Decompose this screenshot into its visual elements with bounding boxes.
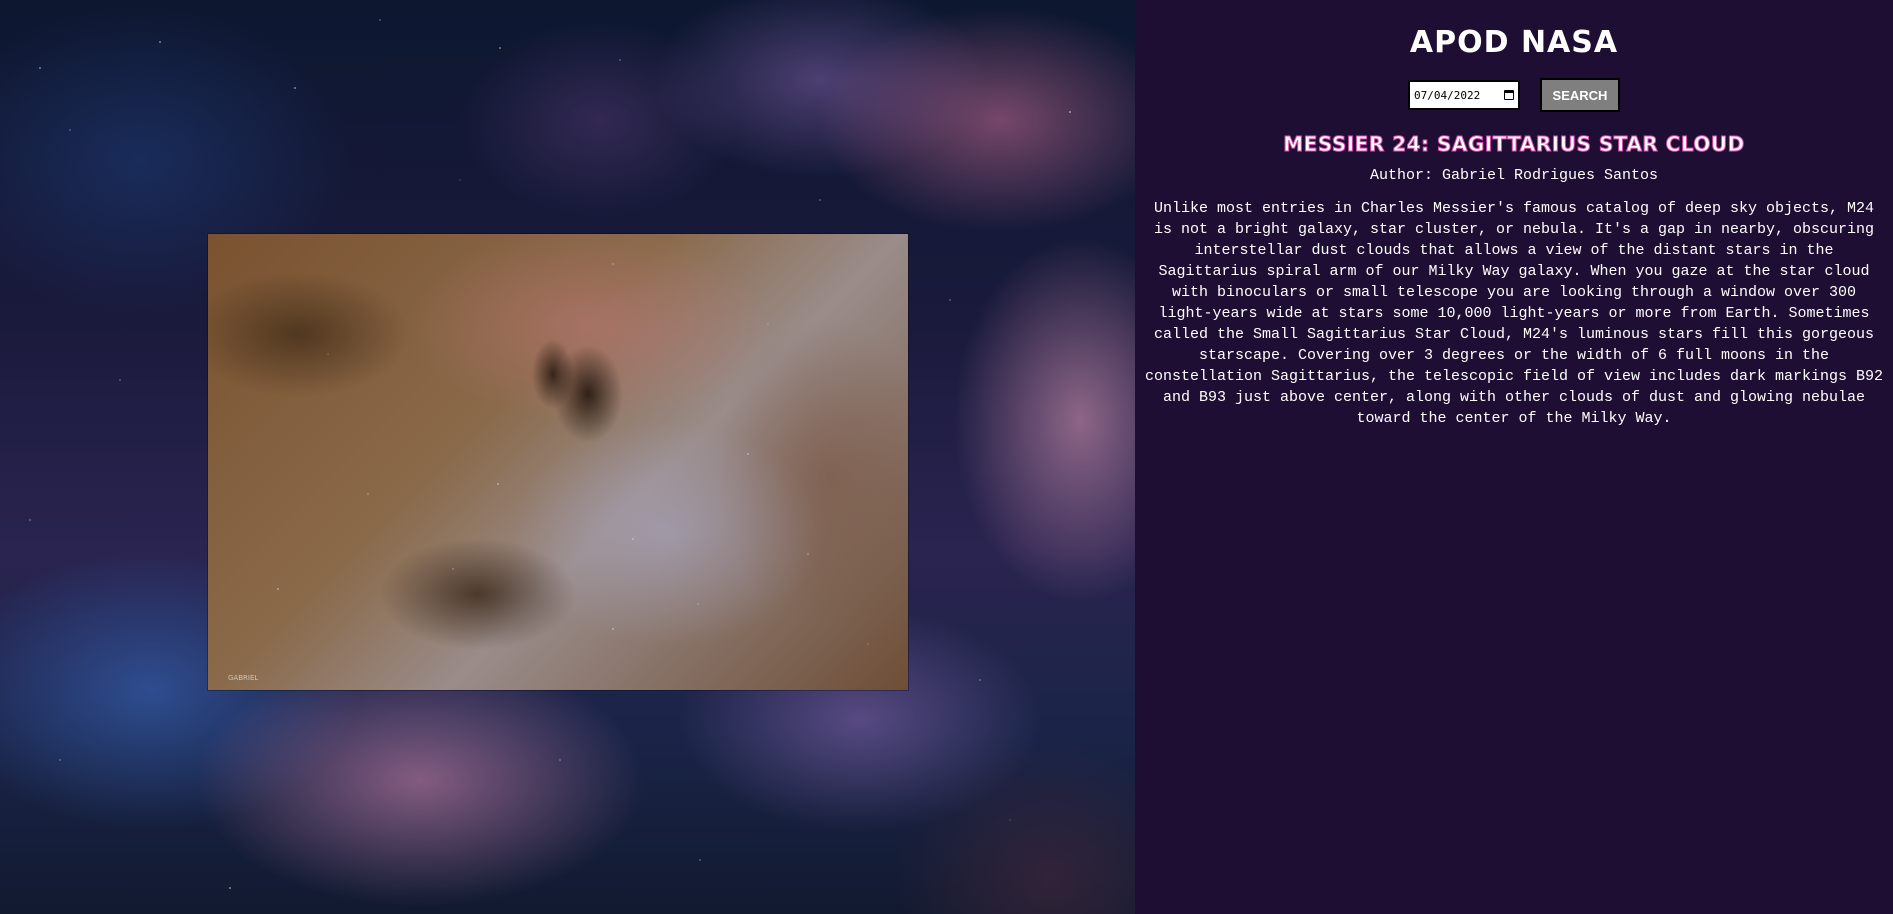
search-button[interactable]: SEARCH: [1540, 78, 1620, 112]
apod-image: GABRIEL: [208, 234, 908, 690]
calendar-icon[interactable]: [1504, 90, 1514, 100]
search-form: 07/04/2022 SEARCH: [1408, 78, 1620, 112]
date-value: 07/04/2022: [1414, 88, 1481, 102]
author-line: Author: Gabriel Rodrigues Santos: [1369, 167, 1659, 184]
image-credit: GABRIEL: [228, 674, 259, 682]
apod-title: MESSIER 24: SAGITTARIUS STAR CLOUD: [1283, 132, 1745, 157]
date-input[interactable]: 07/04/2022: [1408, 80, 1520, 110]
app-title: APOD NASA: [1409, 25, 1619, 60]
apod-page: GABRIEL APOD NASA 07/04/2022 SEARCH MESS…: [0, 0, 1893, 914]
nebula-background: GABRIEL: [0, 0, 1135, 914]
info-panel: APOD NASA 07/04/2022 SEARCH MESSIER 24: …: [1135, 0, 1893, 914]
apod-explanation: Unlike most entries in Charles Messier's…: [1144, 200, 1884, 427]
